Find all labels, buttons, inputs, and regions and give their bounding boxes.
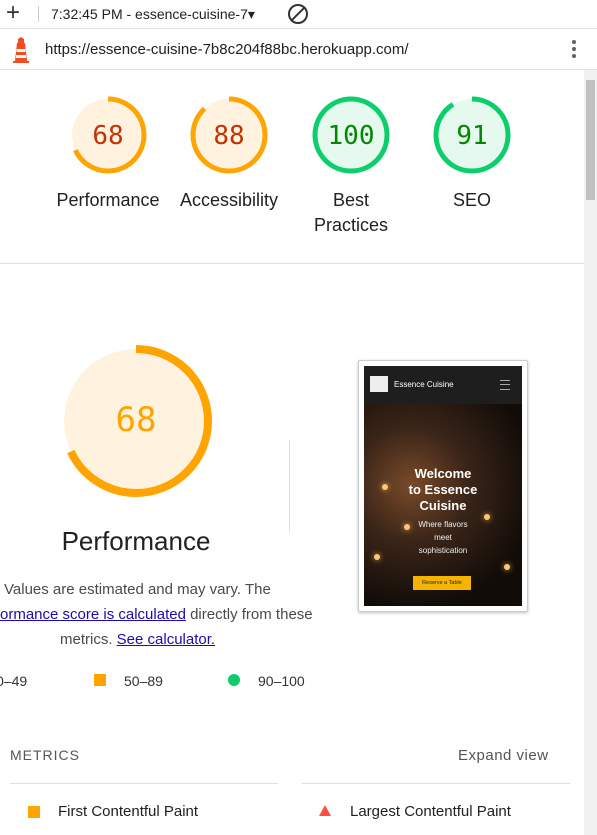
expand-view-button[interactable]: Expand view (458, 747, 549, 764)
scrollbar-thumb[interactable] (586, 80, 595, 200)
site-subheading-line: sophistication (418, 546, 468, 555)
performance-desc-line2-text: directly from these (185, 606, 313, 623)
gauge-ring: 68 (69, 96, 147, 174)
metrics-divider (302, 783, 570, 784)
lamp-icon (504, 564, 510, 570)
site-brand: Essence Cuisine (394, 380, 454, 389)
lighthouse-icon (13, 37, 29, 63)
gauge-label-seo[interactable]: SEO (407, 188, 537, 213)
legend-average: 50–89 (124, 673, 163, 689)
gauge-score: 88 (213, 121, 244, 151)
metric-largest-contentful-paint: Largest Contentful Paint (350, 803, 511, 820)
scrollbar[interactable] (584, 70, 597, 835)
reserve-table-button: Reserve a Table (413, 576, 471, 590)
average-square-icon (28, 806, 40, 818)
vertical-divider (289, 440, 290, 532)
performance-desc-line2: ormance score is calculated directly fro… (0, 602, 313, 627)
url-text[interactable]: https://essence-cuisine-7b8c204f88bc.her… (45, 41, 409, 58)
plus-icon[interactable]: + (6, 1, 20, 25)
url-bar: https://essence-cuisine-7b8c204f88bc.her… (0, 29, 597, 70)
hamburger-icon (500, 380, 510, 390)
site-subheading: Where flavors meet sophistication (364, 518, 522, 557)
performance-score: 68 (116, 400, 157, 440)
metrics-divider (10, 783, 278, 784)
site-logo (370, 376, 388, 392)
pass-circle-icon (228, 674, 240, 686)
performance-title: Performance (61, 526, 211, 556)
site-navbar: Essence Cuisine (364, 366, 522, 404)
site-heading-line: Cuisine (419, 498, 467, 513)
average-square-icon (94, 674, 106, 686)
performance-desc-line3-text: metrics. (60, 631, 117, 648)
fail-triangle-icon (319, 805, 331, 816)
site-subheading-line: Where flavors (418, 520, 468, 529)
section-divider (0, 263, 584, 264)
site-heading-line: to Essence (408, 482, 478, 497)
gauge-score: 68 (92, 121, 123, 151)
gauge-label-best-practices[interactable]: Best Practices (296, 188, 406, 238)
browser-toolbar: + 7:32:45 PM - essence-cuisine-7▾ (0, 0, 597, 29)
site-heading: Welcome to Essence Cuisine (364, 466, 522, 514)
metrics-heading: METRICS (10, 747, 80, 763)
legend-fail: 0–49 (0, 673, 28, 689)
gauge-best-practices[interactable]: 100 (311, 95, 391, 175)
legend-pass: 90–100 (258, 673, 305, 689)
performance-big-gauge: 68 (60, 345, 212, 497)
gauge-seo[interactable]: 91 (432, 95, 512, 175)
gauge-ring: 88 (190, 96, 268, 174)
toolbar-divider (38, 6, 39, 22)
gauge-label-accessibility[interactable]: Accessibility (164, 188, 294, 213)
score-calculated-link[interactable]: ormance score is calculated (0, 606, 186, 623)
screenshot-viewport: Essence Cuisine Welcome to Essence Cuisi… (364, 366, 522, 606)
metric-first-contentful-paint: First Contentful Paint (58, 803, 199, 820)
gauge-label-performance[interactable]: Performance (43, 188, 173, 213)
gauge-accessibility[interactable]: 88 (189, 95, 269, 175)
performance-desc-line3: metrics. See calculator. (60, 627, 215, 652)
kebab-menu-icon[interactable] (566, 38, 582, 60)
gauge-score: 91 (456, 121, 487, 151)
tab-title[interactable]: 7:32:45 PM - essence-cuisine-7▾ (51, 6, 255, 23)
gauge-ring: 100 (312, 96, 390, 174)
site-subheading-line: meet (434, 533, 452, 542)
gauge-performance[interactable]: 68 (68, 95, 148, 175)
gauge-score: 100 (328, 121, 375, 151)
see-calculator-link[interactable]: See calculator. (117, 631, 215, 648)
final-screenshot[interactable]: Essence Cuisine Welcome to Essence Cuisi… (358, 360, 528, 612)
performance-desc-line1: Values are estimated and may vary. The (4, 581, 271, 598)
gauge-ring: 91 (433, 96, 511, 174)
site-heading-line: Welcome (414, 466, 472, 481)
block-icon[interactable] (288, 4, 308, 24)
